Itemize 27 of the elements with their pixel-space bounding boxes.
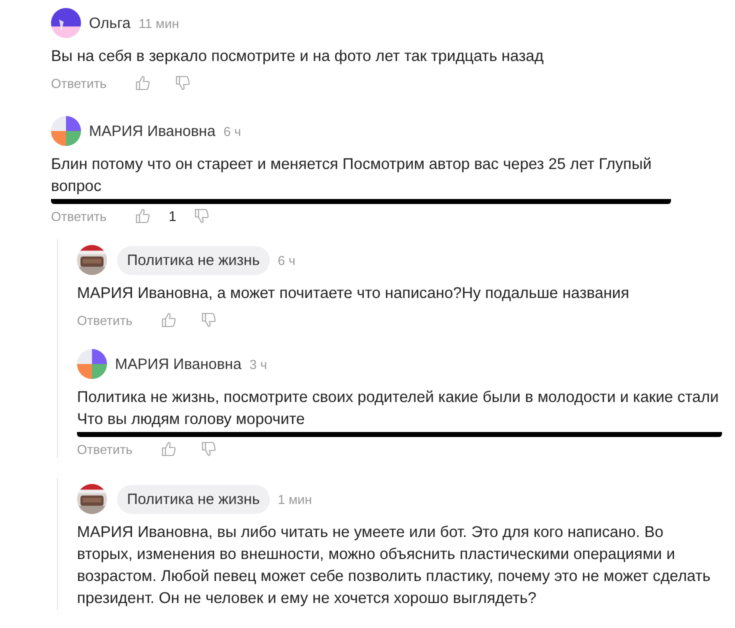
author-name[interactable]: МАРИЯ Ивановна	[89, 122, 216, 140]
comment-time: 1 мин	[278, 492, 312, 506]
author-name[interactable]: МАРИЯ Ивановна	[115, 356, 242, 372]
thumbs-down-icon[interactable]	[194, 208, 210, 224]
author-name[interactable]: Политика не жизнь	[117, 484, 270, 514]
avatar-icon	[77, 349, 107, 379]
thumbs-down-icon[interactable]	[200, 312, 217, 328]
comment-text: МАРИЯ Ивановна, а может почитаете что написано?Ну подальше названия	[77, 284, 630, 304]
thumbs-down-icon[interactable]	[200, 441, 217, 457]
comment-text: Вы на себя в зеркало посмотрите и на фото лет так тридцать назад	[51, 47, 545, 67]
author-name[interactable]: Ольга	[89, 14, 131, 32]
thumbs-up-icon[interactable]	[160, 312, 177, 328]
thumbs-down-icon[interactable]	[174, 75, 191, 91]
comment-text: МАРИЯ Ивановна, вы либо читать не умеете или бот. Это для кого написано. Во вторых, изменения во внешности, можно объяснить пластическими операциями и возрастом. Любой певец может себе позволить пластику, почему это не может сделать президент. Он не человек и ему не хочется хорошо выглядеть?	[77, 523, 712, 609]
thumbs-up-icon[interactable]	[160, 441, 177, 457]
comment-text: Политика не жизнь, посмотрите своих родителей какие были в молодости и какие стали Что вы людям голову морочите	[77, 387, 722, 437]
author-name[interactable]: Политика не жизнь	[117, 246, 270, 274]
avatar-icon	[51, 116, 81, 146]
comment-time: 6 ч	[223, 124, 242, 138]
thumbs-up-icon[interactable]	[134, 208, 151, 224]
like-count: 1	[168, 208, 176, 224]
comment-time: 11 мин	[138, 16, 180, 30]
thumbs-up-icon[interactable]	[134, 75, 151, 91]
comment-text: Блин потому что он стареет и меняется Посмотрим автор вас через 25 лет Глупый вопрос	[51, 154, 671, 204]
comment-time: 3 ч	[249, 356, 268, 372]
avatar-icon	[51, 8, 81, 38]
comment-time: 6 ч	[278, 252, 296, 268]
